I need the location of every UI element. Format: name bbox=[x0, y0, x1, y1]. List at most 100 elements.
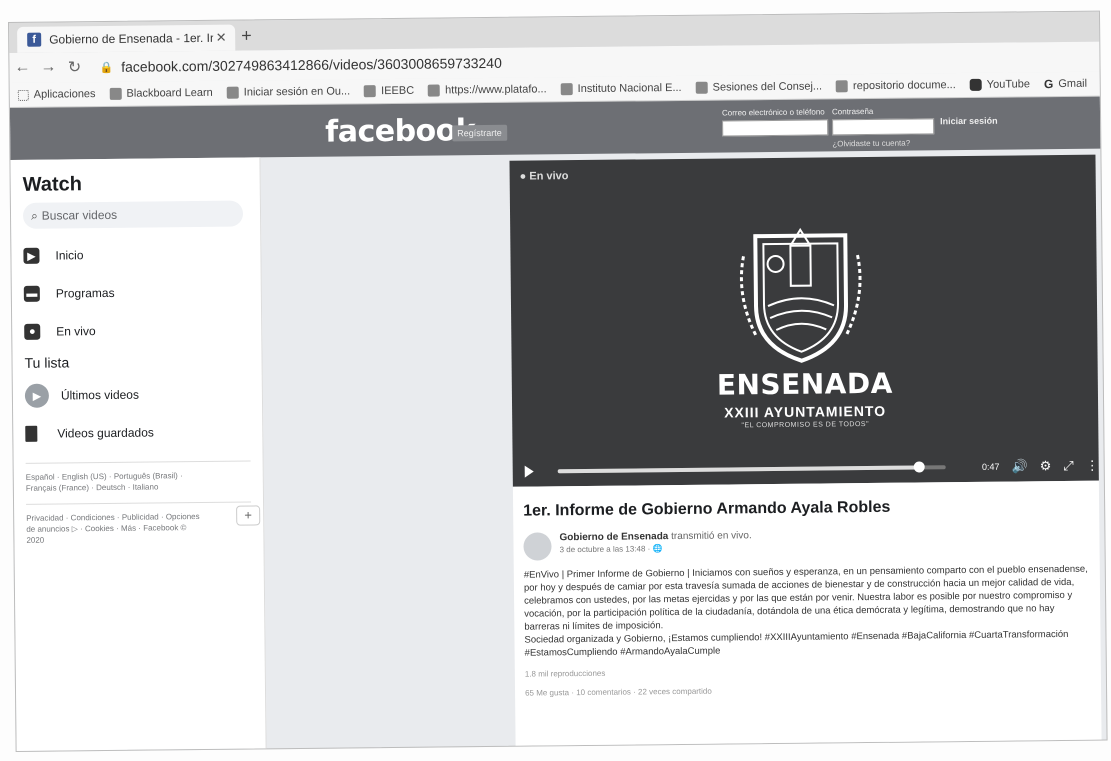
bookmark-label: Instituto Nacional E... bbox=[577, 81, 682, 96]
ine-icon bbox=[695, 81, 708, 94]
sidebar-item-label: Inicio bbox=[55, 248, 84, 263]
sidebar-divider bbox=[25, 460, 251, 464]
sidebar-item-ultimos-videos[interactable]: ▶ Últimos videos bbox=[24, 374, 262, 414]
progress-fill bbox=[557, 465, 919, 474]
post-date[interactable]: 3 de octubre a las 13:48 · 🌐 bbox=[560, 543, 752, 554]
bookmark-ine[interactable]: Instituto Nacional E... bbox=[560, 81, 682, 96]
microsoft-icon bbox=[226, 86, 239, 99]
tu-lista-heading: Tu lista bbox=[24, 354, 70, 371]
globe-icon: 🌐 bbox=[652, 544, 663, 554]
back-arrow-icon[interactable]: ← bbox=[9, 59, 35, 77]
main-column: ● En vivo ENSENADA XXIII AYUNTAMIENTO "E… bbox=[260, 149, 1106, 749]
bookmark-ieebc[interactable]: IEEBC bbox=[364, 85, 414, 98]
play-circle-icon: ▶ bbox=[24, 383, 50, 408]
video-time: 0:47 bbox=[981, 461, 1000, 472]
bookmark-label: IEEBC bbox=[381, 84, 415, 98]
watch-sidebar: Watch ⌕ Buscar videos ▶ Inicio ▬ Program… bbox=[10, 157, 267, 751]
close-tab-icon[interactable]: ✕ bbox=[213, 30, 229, 46]
email-field[interactable] bbox=[722, 119, 829, 137]
avatar[interactable] bbox=[523, 532, 552, 561]
author-action: transmitió en vivo. bbox=[671, 530, 752, 543]
reload-icon[interactable]: ↻ bbox=[61, 57, 87, 77]
post-title: 1er. Informe de Gobierno Armando Ayala R… bbox=[523, 498, 891, 520]
progress-handle[interactable] bbox=[913, 461, 925, 473]
author-name-link[interactable]: Gobierno de Ensenada bbox=[559, 531, 668, 543]
bookmark-label: repositorio docume... bbox=[852, 79, 956, 93]
bookmark-gmail[interactable]: G Gmail bbox=[1044, 77, 1087, 91]
bookmark-label: Sesiones del Consej... bbox=[712, 80, 823, 94]
video-title-text: ENSENADA bbox=[716, 366, 893, 402]
post-body: #EnVivo | Primer Informe de Gobierno | I… bbox=[524, 563, 1091, 660]
sidebar-item-label: Programas bbox=[55, 285, 115, 301]
bookmark-repositorio[interactable]: repositorio docume... bbox=[835, 79, 956, 93]
bookmark-label: Gmail bbox=[1058, 77, 1088, 91]
lock-icon[interactable]: 🔒 bbox=[99, 60, 113, 73]
bookmark-label: Blackboard Learn bbox=[126, 86, 213, 100]
bookmark-outlook[interactable]: Iniciar sesión en Ou... bbox=[226, 85, 351, 99]
repo-icon bbox=[835, 80, 849, 93]
forward-arrow-icon[interactable]: → bbox=[35, 58, 61, 76]
bookmark-plataforma[interactable]: https://www.platafo... bbox=[428, 83, 547, 97]
fullscreen-icon[interactable]: ⤢ bbox=[1063, 458, 1074, 474]
browser-tab[interactable]: f Gobierno de Ensenada - 1er. Info ✕ bbox=[17, 24, 236, 53]
footer-links[interactable]: Privacidad · Condiciones · Publicidad · … bbox=[26, 511, 206, 546]
apps-grid-icon bbox=[17, 89, 29, 101]
bookmark-blackboard[interactable]: Blackboard Learn bbox=[109, 86, 213, 100]
tab-title: Gobierno de Ensenada - 1er. Info bbox=[49, 30, 214, 47]
ieebc-icon bbox=[364, 85, 377, 98]
more-options-icon[interactable]: ⋮ bbox=[1086, 458, 1099, 474]
page-content: Watch ⌕ Buscar videos ▶ Inicio ▬ Program… bbox=[10, 149, 1106, 751]
sidebar-item-videos-guardados[interactable]: Videos guardados bbox=[25, 412, 262, 452]
youtube-icon bbox=[969, 78, 982, 91]
sidebar-item-label: En vivo bbox=[56, 324, 96, 339]
sidebar-item-en-vivo[interactable]: ● En vivo bbox=[24, 310, 261, 350]
new-tab-button[interactable]: + bbox=[241, 25, 252, 46]
sidebar-item-label: Últimos videos bbox=[60, 387, 140, 403]
sidebar-item-label: Videos guardados bbox=[57, 425, 154, 441]
google-icon: G bbox=[1043, 77, 1054, 92]
browser-window: f Gobierno de Ensenada - 1er. Info ✕ + ←… bbox=[8, 10, 1108, 752]
register-button[interactable]: Regístrarte bbox=[452, 124, 507, 142]
sidebar-title: Watch bbox=[22, 173, 83, 196]
bookmark-aplicaciones[interactable]: Aplicaciones bbox=[17, 88, 96, 101]
bookmark-youtube[interactable]: YouTube bbox=[969, 78, 1031, 91]
play-icon[interactable] bbox=[524, 465, 542, 478]
video-player[interactable]: ● En vivo ENSENADA XXIII AYUNTAMIENTO "E… bbox=[509, 154, 1099, 487]
search-input[interactable]: ⌕ Buscar videos bbox=[22, 200, 244, 229]
login-button[interactable]: Iniciar sesión bbox=[940, 116, 998, 127]
sidebar-item-programas[interactable]: ▬ Programas bbox=[23, 272, 261, 312]
home-icon: ▶ bbox=[23, 247, 40, 264]
reaction-counts[interactable]: 65 Me gusta · 10 comentarios · 22 veces … bbox=[525, 683, 1091, 698]
blackboard-icon bbox=[109, 87, 122, 100]
bookmark-sesiones[interactable]: Sesiones del Consej... bbox=[695, 80, 823, 94]
language-links[interactable]: Español · English (US) · Português (Bras… bbox=[26, 470, 206, 494]
bookmark-label: https://www.platafo... bbox=[445, 83, 547, 97]
live-badge: ● En vivo bbox=[519, 170, 569, 183]
search-placeholder: Buscar videos bbox=[41, 207, 118, 223]
sidebar-item-inicio[interactable]: ▶ Inicio bbox=[23, 234, 260, 274]
live-icon: ● bbox=[24, 323, 41, 340]
bookmark-label: Iniciar sesión en Ou... bbox=[243, 85, 351, 99]
settings-gear-icon[interactable]: ⚙ bbox=[1040, 458, 1052, 474]
link-icon bbox=[428, 84, 441, 97]
post-paragraph: #EnVivo | Primer Informe de Gobierno | I… bbox=[523, 563, 1088, 633]
progress-bar[interactable] bbox=[557, 461, 946, 474]
forgot-account-link[interactable]: ¿Olvidaste tu cuenta? bbox=[832, 139, 910, 149]
bookmark-icon bbox=[25, 425, 38, 442]
ine-icon bbox=[560, 83, 573, 96]
sidebar-divider bbox=[26, 501, 252, 505]
password-field[interactable] bbox=[832, 118, 935, 136]
add-language-button[interactable]: + bbox=[236, 505, 261, 526]
post-date-text: 3 de octubre a las 13:48 · bbox=[559, 544, 653, 555]
password-label: Contraseña bbox=[831, 106, 874, 117]
video-post: 1er. Informe de Gobierno Armando Ayala R… bbox=[512, 480, 1102, 747]
bookmark-label: YouTube bbox=[986, 78, 1031, 91]
bookmark-label: Aplicaciones bbox=[33, 88, 96, 101]
view-count: 1.8 mil reproducciones bbox=[524, 668, 606, 679]
author-line: Gobierno de Ensenada transmitió en vivo. bbox=[559, 530, 751, 543]
email-label: Correo electrónico o teléfono bbox=[721, 107, 825, 118]
url-field[interactable]: facebook.com/302749863412866/videos/3603… bbox=[121, 55, 502, 75]
ensenada-crest-logo bbox=[739, 227, 862, 363]
search-icon: ⌕ bbox=[30, 208, 38, 223]
volume-icon[interactable]: 🔊 bbox=[1011, 458, 1027, 474]
